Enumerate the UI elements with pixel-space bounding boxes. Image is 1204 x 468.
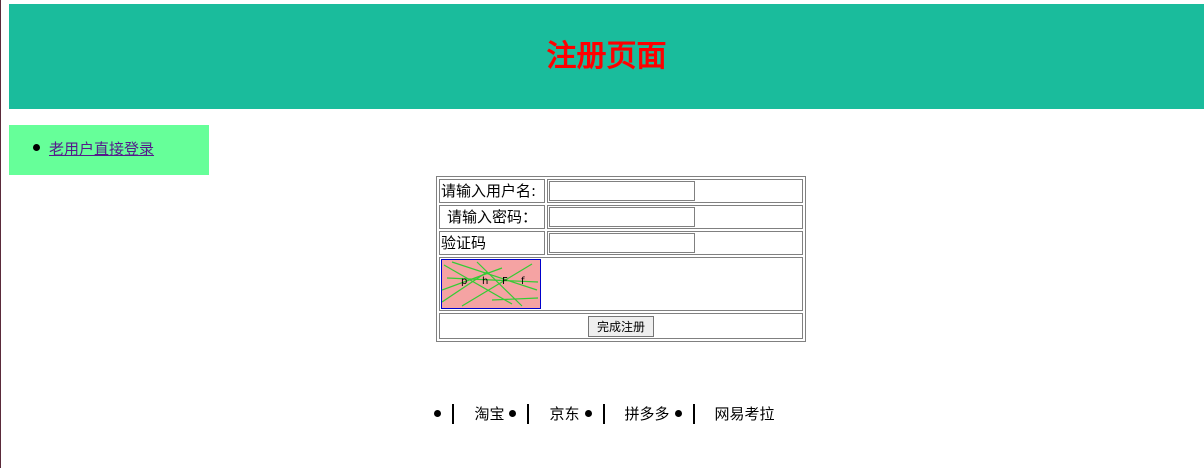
bullet-icon <box>434 410 442 417</box>
window-left-edge <box>0 0 1 468</box>
captcha-char: F <box>502 276 508 287</box>
password-row: 请输入密码： <box>439 205 803 229</box>
bullet-icon <box>584 410 592 417</box>
captcha-label: 验证码 <box>439 231 545 255</box>
bullet-icon <box>509 410 517 417</box>
nav-separator <box>527 403 530 424</box>
page-title: 注册页面 <box>546 39 667 74</box>
nav-link-pinduoduo[interactable]: 拼多多 <box>625 403 670 425</box>
captcha-image[interactable]: p h F f <box>441 259 541 309</box>
bullet-icon <box>33 144 40 151</box>
captcha-input-cell <box>547 231 803 255</box>
captcha-char: p <box>461 276 467 287</box>
username-label: 请输入用户名: <box>439 179 545 203</box>
captcha-image-row: p h F f <box>439 257 803 311</box>
nav-separator <box>602 403 605 424</box>
bullet-icon <box>674 410 682 417</box>
captcha-char: f <box>521 276 525 287</box>
submit-cell: 完成注册 <box>439 313 803 339</box>
captcha-row: 验证码 <box>439 231 803 255</box>
captcha-char: h <box>482 276 488 287</box>
password-input[interactable] <box>549 207 695 227</box>
register-form: 请输入用户名: 请输入密码： 验证码 p h F f 完成注册 <box>436 176 806 342</box>
username-row: 请输入用户名: <box>439 179 803 203</box>
password-label: 请输入密码： <box>439 205 545 229</box>
captcha-image-cell: p h F f <box>439 257 803 311</box>
login-link[interactable]: 老用户直接登录 <box>49 140 154 158</box>
nav-separator <box>452 403 455 424</box>
username-input[interactable] <box>549 181 695 201</box>
bottom-nav: 淘宝 京东 拼多多 网易考拉 <box>0 402 1204 425</box>
nav-link-kaola[interactable]: 网易考拉 <box>715 403 775 425</box>
submit-row: 完成注册 <box>439 313 803 339</box>
nav-link-taobao[interactable]: 淘宝 <box>474 403 504 425</box>
captcha-input[interactable] <box>549 233 695 253</box>
sidebar-item-login: 老用户直接登录 <box>33 139 154 159</box>
page-header: 注册页面 <box>9 4 1204 109</box>
username-input-cell <box>547 179 803 203</box>
nav-separator <box>692 403 695 424</box>
nav-link-jd[interactable]: 京东 <box>549 403 579 425</box>
sidebar: 老用户直接登录 <box>9 125 209 175</box>
password-input-cell <box>547 205 803 229</box>
submit-button[interactable]: 完成注册 <box>587 315 654 337</box>
